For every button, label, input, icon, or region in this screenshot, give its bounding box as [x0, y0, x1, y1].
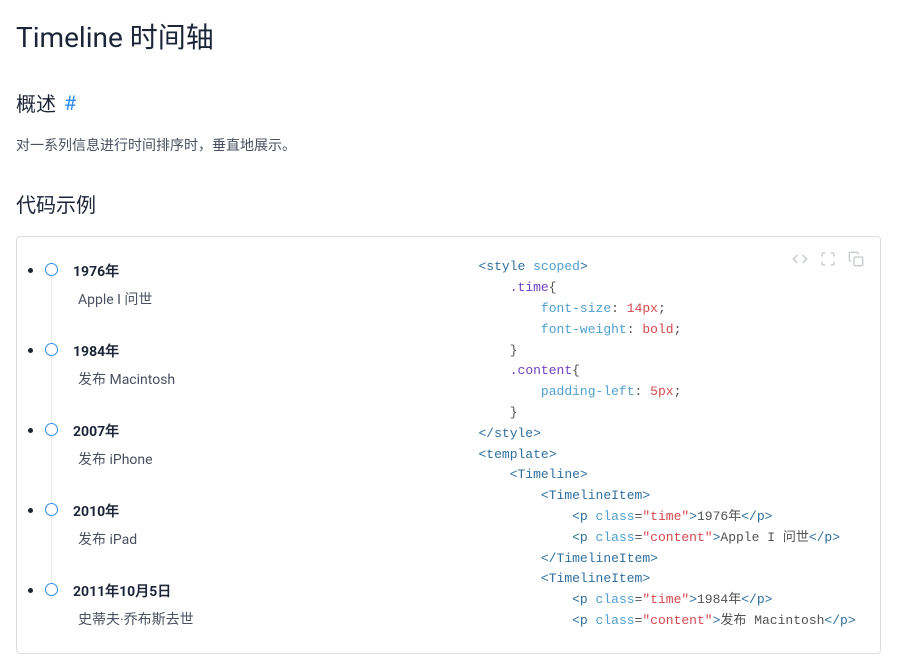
code-example-heading: 代码示例	[16, 189, 881, 218]
timeline-item: 2011年10月5日 史蒂夫·乔布斯去世	[45, 581, 427, 629]
timeline-tail	[51, 503, 52, 589]
timeline-content: Apple I 问世	[73, 289, 427, 309]
code-icon[interactable]	[792, 251, 808, 267]
timeline-content: 史蒂夫·乔布斯去世	[73, 609, 427, 629]
timeline-tail	[51, 263, 52, 349]
timeline-item: 2010年 发布 iPad	[45, 501, 427, 581]
timeline-tail	[51, 343, 52, 429]
timeline-content: 发布 iPhone	[73, 449, 427, 469]
timeline-head-icon	[45, 503, 58, 516]
expand-icon[interactable]	[820, 251, 836, 267]
demo-container: 1976年 Apple I 问世 1984年 发布 Macintosh 2007…	[16, 236, 881, 654]
timeline-head-icon	[45, 423, 58, 436]
timeline-head-icon	[45, 343, 58, 356]
code-block: <style scoped> .time{ font-size: 14px; f…	[479, 257, 861, 631]
page-title: Timeline 时间轴	[16, 16, 881, 56]
timeline-item: 1984年 发布 Macintosh	[45, 341, 427, 421]
copy-icon[interactable]	[848, 251, 864, 267]
timeline-item: 2007年 发布 iPhone	[45, 421, 427, 501]
code-example-heading-text: 代码示例	[16, 189, 96, 218]
timeline-content: 发布 Macintosh	[73, 369, 427, 389]
timeline-head-icon	[45, 263, 58, 276]
timeline: 1976年 Apple I 问世 1984年 发布 Macintosh 2007…	[45, 261, 427, 629]
overview-heading: 概述 #	[16, 88, 881, 117]
timeline-tail	[51, 423, 52, 509]
timeline-time: 2011年10月5日	[73, 581, 427, 601]
timeline-time: 2007年	[73, 421, 427, 441]
timeline-item: 1976年 Apple I 问世	[45, 261, 427, 341]
timeline-time: 1984年	[73, 341, 427, 361]
demo-code: <style scoped> .time{ font-size: 14px; f…	[455, 237, 881, 653]
overview-text: 对一系列信息进行时间排序时，垂直地展示。	[16, 135, 881, 157]
overview-heading-text: 概述	[16, 88, 56, 117]
anchor-link[interactable]: #	[64, 91, 76, 115]
timeline-time: 2010年	[73, 501, 427, 521]
timeline-head-icon	[45, 583, 58, 596]
demo-preview: 1976年 Apple I 问世 1984年 发布 Macintosh 2007…	[17, 237, 455, 653]
timeline-content: 发布 iPad	[73, 529, 427, 549]
timeline-time: 1976年	[73, 261, 427, 281]
code-actions	[792, 251, 864, 267]
